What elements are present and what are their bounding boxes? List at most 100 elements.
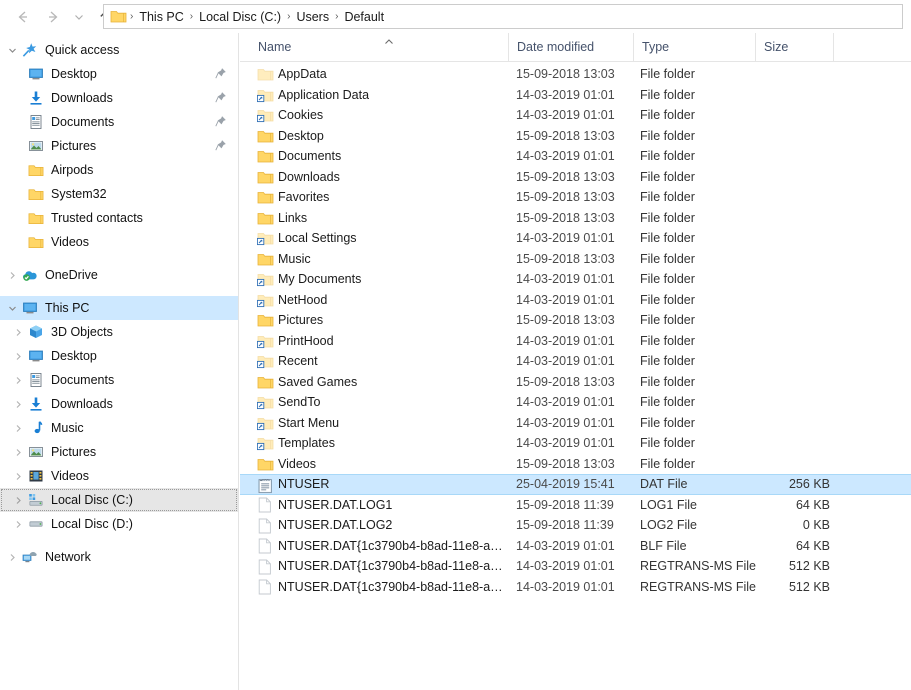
table-row[interactable]: Downloads15-09-2018 13:03File folder: [240, 167, 911, 188]
sidebar-item-downloads-pc[interactable]: Downloads: [0, 392, 238, 416]
sidebar-item-desktop-pc[interactable]: Desktop: [0, 344, 238, 368]
column-header-size[interactable]: Size: [755, 33, 833, 61]
sidebar-item-desktop-qa[interactable]: Desktop: [0, 62, 238, 86]
table-row[interactable]: Documents14-03-2019 01:01File folder: [240, 146, 911, 167]
documents-icon: [26, 368, 46, 392]
table-row[interactable]: SendTo14-03-2019 01:01File folder: [240, 392, 911, 413]
sidebar-item-airpods[interactable]: Airpods: [0, 158, 238, 182]
sidebar-item-pictures-pc[interactable]: Pictures: [0, 440, 238, 464]
chevron-right-icon[interactable]: [10, 512, 26, 536]
table-row[interactable]: NTUSER.DAT.LOG115-09-2018 11:39LOG1 File…: [240, 495, 911, 516]
table-row[interactable]: Start Menu14-03-2019 01:01File folder: [240, 413, 911, 434]
chevron-down-icon[interactable]: [4, 296, 20, 320]
chevron-right-icon[interactable]: [10, 416, 26, 440]
sidebar-group-onedrive[interactable]: OneDrive: [0, 263, 238, 287]
cell-name: Desktop: [278, 129, 324, 143]
table-row[interactable]: My Documents14-03-2019 01:01File folder: [240, 269, 911, 290]
folder-shortcut-icon: [256, 107, 274, 124]
table-row[interactable]: Cookies14-03-2019 01:01File folder: [240, 105, 911, 126]
folder-shortcut-icon: [256, 292, 274, 309]
file-rows-container[interactable]: AppData15-09-2018 13:03File folder Appli…: [240, 62, 911, 597]
sidebar-item-pictures-qa[interactable]: Pictures: [0, 134, 238, 158]
sidebar-item-videos-pc[interactable]: Videos: [0, 464, 238, 488]
breadcrumb-bar[interactable]: › This PC › Local Disc (C:) › Users › De…: [103, 4, 903, 29]
chevron-right-icon[interactable]: [4, 545, 20, 569]
chevron-right-icon[interactable]: [4, 263, 20, 287]
folder-hidden-icon: [256, 66, 274, 83]
breadcrumb-item-this-pc[interactable]: This PC: [134, 8, 188, 26]
cell-date: 14-03-2019 01:01: [516, 539, 615, 553]
forward-button[interactable]: [38, 2, 68, 32]
sidebar-item-trusted-contacts[interactable]: Trusted contacts: [0, 206, 238, 230]
folder-icon: [256, 210, 274, 227]
sidebar-item-documents-qa[interactable]: Documents: [0, 110, 238, 134]
sidebar-group-this-pc[interactable]: This PC: [0, 296, 238, 320]
pin-icon[interactable]: [215, 116, 226, 130]
chevron-right-icon[interactable]: [10, 392, 26, 416]
column-header-name[interactable]: Name: [240, 33, 508, 61]
breadcrumb-item-users[interactable]: Users: [291, 8, 334, 26]
chevron-down-icon[interactable]: [4, 38, 20, 62]
sidebar-item-label: Documents: [46, 115, 114, 129]
sidebar-item-label: Music: [46, 421, 84, 435]
sidebar-item-music[interactable]: Music: [0, 416, 238, 440]
cell-size: 64 KB: [690, 539, 830, 553]
table-row[interactable]: PrintHood14-03-2019 01:01File folder: [240, 331, 911, 352]
chevron-right-icon[interactable]: [10, 488, 26, 512]
sidebar-item-downloads-qa[interactable]: Downloads: [0, 86, 238, 110]
table-row[interactable]: Saved Games15-09-2018 13:03File folder: [240, 372, 911, 393]
table-row[interactable]: Pictures15-09-2018 13:03File folder: [240, 310, 911, 331]
pin-icon[interactable]: [215, 92, 226, 106]
table-row[interactable]: NTUSER.DAT{1c3790b4-b8ad-11e8-aa21-...14…: [240, 577, 911, 598]
cell-date: 15-09-2018 13:03: [516, 457, 615, 471]
chevron-right-icon[interactable]: [10, 440, 26, 464]
table-row[interactable]: Music15-09-2018 13:03File folder: [240, 249, 911, 270]
table-row[interactable]: NTUSER.DAT{1c3790b4-b8ad-11e8-aa21-...14…: [240, 556, 911, 577]
downloads-icon: [26, 86, 46, 110]
desktop-icon: [26, 344, 46, 368]
sidebar-item-3d-objects[interactable]: 3D Objects: [0, 320, 238, 344]
column-header-date-modified[interactable]: Date modified: [508, 33, 633, 61]
column-header-spacer: [833, 33, 911, 61]
table-row[interactable]: NTUSER25-04-2019 15:41DAT File256 KB: [240, 474, 911, 495]
table-row[interactable]: Templates14-03-2019 01:01File folder: [240, 433, 911, 454]
breadcrumb-item-default[interactable]: Default: [339, 8, 389, 26]
navigation-pane[interactable]: Quick access Desktop: [0, 33, 239, 690]
file-list-pane[interactable]: Name Date modified Type Size AppData15-0…: [240, 33, 911, 690]
table-row[interactable]: Videos15-09-2018 13:03File folder: [240, 454, 911, 475]
cell-date: 14-03-2019 01:01: [516, 580, 615, 594]
table-row[interactable]: NTUSER.DAT{1c3790b4-b8ad-11e8-aa21-...14…: [240, 536, 911, 557]
table-row[interactable]: NTUSER.DAT.LOG215-09-2018 11:39LOG2 File…: [240, 515, 911, 536]
sidebar-group-quick-access[interactable]: Quick access: [0, 38, 238, 62]
cell-name: Favorites: [278, 190, 329, 204]
pin-icon[interactable]: [215, 140, 226, 154]
downloads-icon: [26, 392, 46, 416]
chevron-right-icon[interactable]: [10, 368, 26, 392]
sidebar-group-network[interactable]: Network: [0, 545, 238, 569]
table-row[interactable]: Recent14-03-2019 01:01File folder: [240, 351, 911, 372]
sidebar-item-system32[interactable]: System32: [0, 182, 238, 206]
sidebar-item-label: Local Disc (C:): [46, 493, 133, 507]
sidebar-item-local-disc-c[interactable]: Local Disc (C:): [0, 488, 238, 512]
table-row[interactable]: Application Data14-03-2019 01:01File fol…: [240, 85, 911, 106]
cell-name: NTUSER.DAT.LOG1: [278, 498, 392, 512]
chevron-right-icon[interactable]: [10, 344, 26, 368]
table-row[interactable]: NetHood14-03-2019 01:01File folder: [240, 290, 911, 311]
pin-icon[interactable]: [215, 68, 226, 82]
table-row[interactable]: Favorites15-09-2018 13:03File folder: [240, 187, 911, 208]
cell-date: 14-03-2019 01:01: [516, 416, 615, 430]
table-row[interactable]: AppData15-09-2018 13:03File folder: [240, 64, 911, 85]
table-row[interactable]: Local Settings14-03-2019 01:01File folde…: [240, 228, 911, 249]
table-row[interactable]: Desktop15-09-2018 13:03File folder: [240, 126, 911, 147]
table-row[interactable]: Links15-09-2018 13:03File folder: [240, 208, 911, 229]
sidebar-item-documents-pc[interactable]: Documents: [0, 368, 238, 392]
sidebar-item-local-disc-d[interactable]: Local Disc (D:): [0, 512, 238, 536]
chevron-right-icon[interactable]: [10, 464, 26, 488]
sidebar-item-videos-qa[interactable]: Videos: [0, 230, 238, 254]
breadcrumb-item-local-disc-c[interactable]: Local Disc (C:): [194, 8, 286, 26]
recent-locations-button[interactable]: [68, 2, 90, 32]
back-button[interactable]: [8, 2, 38, 32]
cell-type: File folder: [640, 375, 695, 389]
chevron-right-icon[interactable]: [10, 320, 26, 344]
column-header-type[interactable]: Type: [633, 33, 755, 61]
